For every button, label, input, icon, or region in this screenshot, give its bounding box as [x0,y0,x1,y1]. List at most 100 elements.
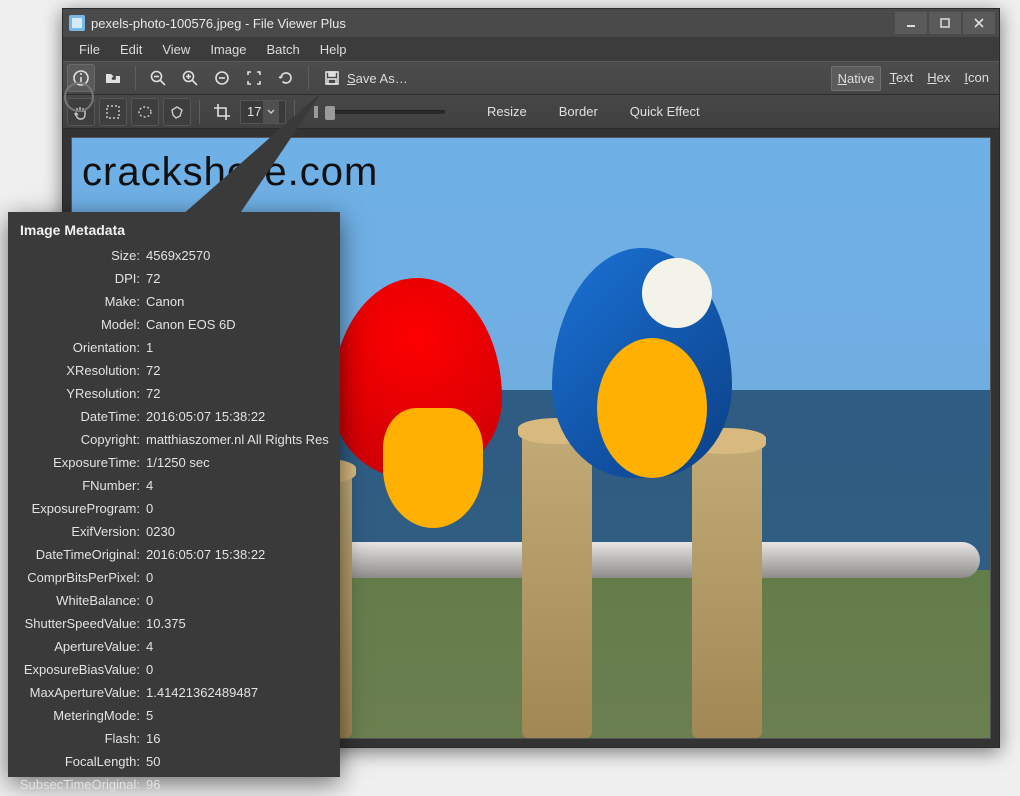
menu-file[interactable]: File [69,39,110,60]
metadata-value: 10.375 [146,612,334,635]
metadata-value: 2016:05:07 15:38:22 [146,543,334,566]
metadata-row: ExposureBiasValue:0 [14,658,334,681]
menu-batch[interactable]: Batch [256,39,309,60]
metadata-key: Orientation: [14,336,146,359]
resize-button[interactable]: Resize [473,104,541,119]
metadata-key: DateTimeOriginal: [14,543,146,566]
fullscreen-button[interactable] [240,64,268,92]
metadata-key: DateTime: [14,405,146,428]
metadata-value: 4569x2570 [146,244,334,267]
image-toolbar: 17 Resize Border Quick Effect [63,95,999,129]
titlebar: pexels-photo-100576.jpeg - File Viewer P… [63,9,999,37]
metadata-heading: Image Metadata [14,222,334,238]
metadata-value: 0 [146,658,334,681]
zoom-slider[interactable] [311,105,445,119]
ellipse-select-button[interactable] [131,98,159,126]
menubar: File Edit View Image Batch Help [63,37,999,61]
maximize-button[interactable] [929,12,961,34]
open-button[interactable] [99,64,127,92]
save-as-button[interactable]: SSave As…ave As… [317,69,414,87]
metadata-value: 4 [146,635,334,658]
metadata-value: 0 [146,566,334,589]
quick-effect-button[interactable]: Quick Effect [616,104,714,119]
view-mode-native[interactable]: Native [831,66,882,91]
crop-button[interactable] [208,98,236,126]
border-button[interactable]: Border [545,104,612,119]
metadata-row: FocalLength:50 [14,750,334,773]
metadata-row: YResolution:72 [14,382,334,405]
metadata-key: XResolution: [14,359,146,382]
metadata-key: ShutterSpeedValue: [14,612,146,635]
metadata-row: ExposureTime:1/1250 sec [14,451,334,474]
zoom-out-button[interactable] [144,64,172,92]
menu-image[interactable]: Image [200,39,256,60]
window-title: pexels-photo-100576.jpeg - File Viewer P… [91,16,346,31]
metadata-key: ExposureTime: [14,451,146,474]
metadata-value: 1 [146,336,334,359]
metadata-value: 2016:05:07 15:38:22 [146,405,334,428]
main-toolbar: SSave As…ave As… Native Text Hex Icon [63,61,999,95]
metadata-row: FNumber:4 [14,474,334,497]
metadata-row: ExifVersion:0230 [14,520,334,543]
metadata-row: MeteringMode:5 [14,704,334,727]
metadata-row: Model:Canon EOS 6D [14,313,334,336]
zoom-reset-button[interactable] [208,64,236,92]
metadata-key: Size: [14,244,146,267]
metadata-key: Flash: [14,727,146,750]
minimize-button[interactable] [895,12,927,34]
metadata-key: Model: [14,313,146,336]
metadata-row: Size:4569x2570 [14,244,334,267]
metadata-value: 5 [146,704,334,727]
menu-view[interactable]: View [152,39,200,60]
separator [308,66,309,90]
close-button[interactable] [963,12,995,34]
view-mode-icon[interactable]: Icon [958,66,995,91]
metadata-row: DPI:72 [14,267,334,290]
slider-thumb[interactable] [325,106,335,120]
metadata-key: ComprBitsPerPixel: [14,566,146,589]
metadata-key: YResolution: [14,382,146,405]
metadata-value: 0230 [146,520,334,543]
metadata-row: XResolution:72 [14,359,334,382]
metadata-panel: Image Metadata Size:4569x2570DPI:72Make:… [8,212,340,777]
metadata-key: FNumber: [14,474,146,497]
metadata-key: Copyright: [14,428,146,451]
info-button-highlight [64,82,94,112]
menu-edit[interactable]: Edit [110,39,152,60]
metadata-key: ApertureValue: [14,635,146,658]
metadata-value: 72 [146,359,334,382]
metadata-key: ExposureBiasValue: [14,658,146,681]
metadata-row: ComprBitsPerPixel:0 [14,566,334,589]
metadata-value: 0 [146,589,334,612]
metadata-value: 16 [146,727,334,750]
rect-select-button[interactable] [99,98,127,126]
metadata-row: Flash:16 [14,727,334,750]
metadata-row: Copyright:matthiaszomer.nl All Rights Re… [14,428,334,451]
metadata-row: ExposureProgram:0 [14,497,334,520]
view-mode-text[interactable]: Text [883,66,919,91]
metadata-row: MaxApertureValue:1.41421362489487 [14,681,334,704]
metadata-value: 0 [146,497,334,520]
metadata-value: 1.41421362489487 [146,681,334,704]
view-mode-group: Native Text Hex Icon [831,66,995,91]
metadata-row: ApertureValue:4 [14,635,334,658]
metadata-value: 72 [146,267,334,290]
metadata-key: MaxApertureValue: [14,681,146,704]
lasso-select-button[interactable] [163,98,191,126]
metadata-key: SubsecTimeOriginal: [14,773,146,796]
metadata-value: 4 [146,474,334,497]
separator [199,100,200,124]
separator [135,66,136,90]
slider-track[interactable] [325,110,445,114]
rotate-button[interactable] [272,64,300,92]
menu-help[interactable]: Help [310,39,357,60]
zoom-in-button[interactable] [176,64,204,92]
save-as-label: SSave As…ave As… [347,71,408,86]
metadata-value: 1/1250 sec [146,451,334,474]
metadata-key: FocalLength: [14,750,146,773]
view-mode-hex[interactable]: Hex [921,66,956,91]
app-icon [69,15,85,31]
metadata-row: DateTimeOriginal:2016:05:07 15:38:22 [14,543,334,566]
metadata-rows: Size:4569x2570DPI:72Make:CanonModel:Cano… [14,244,334,796]
metadata-row: DateTime:2016:05:07 15:38:22 [14,405,334,428]
